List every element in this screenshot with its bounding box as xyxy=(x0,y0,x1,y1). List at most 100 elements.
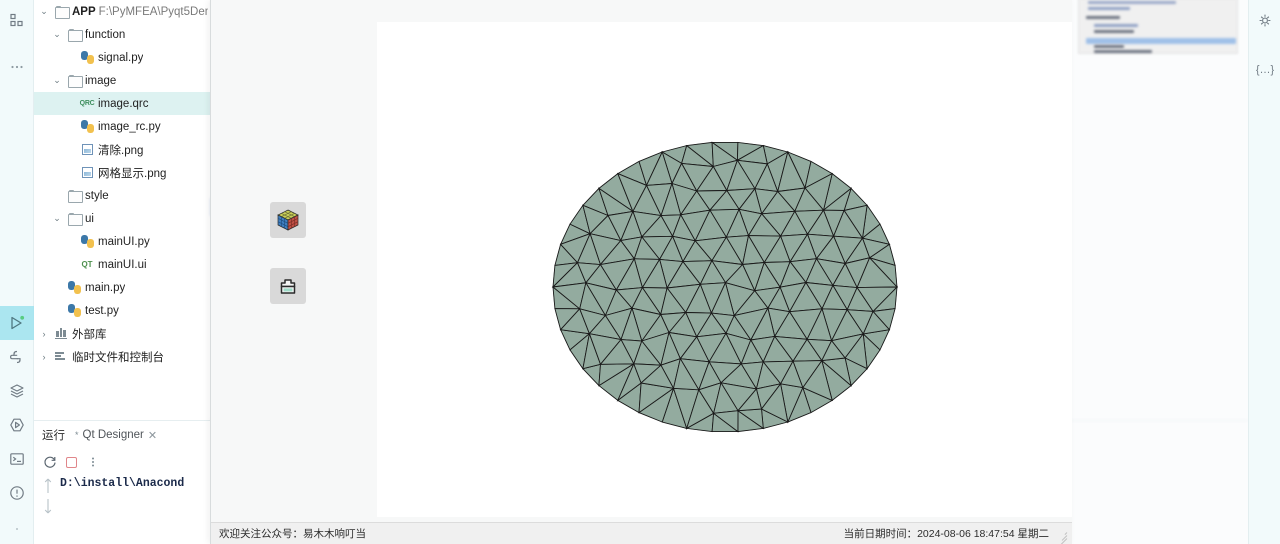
python-file-icon xyxy=(80,51,94,64)
tree-item-image[interactable]: ⌄ image xyxy=(34,69,210,92)
python-file-icon xyxy=(67,304,81,317)
run-tab-label: 运行 xyxy=(42,430,65,442)
app-left-toolbar xyxy=(211,0,377,520)
problems-warning-icon[interactable] xyxy=(0,476,34,510)
tree-item-imageqrc[interactable]: QRC image.qrc xyxy=(34,92,210,115)
tree-item-label: APP F:\PyMFEA\Pyqt5Demo xyxy=(72,5,208,18)
run-console: D:\install\Anacond xyxy=(34,475,210,515)
run-tab-运行[interactable]: 运行 xyxy=(42,427,65,443)
close-icon[interactable]: ✕ xyxy=(148,429,157,442)
tree-item-[interactable]: › 临时文件和控制台 xyxy=(34,345,210,368)
ide-left-toolbar xyxy=(0,0,34,544)
svg-text:{…}: {…} xyxy=(1255,64,1274,76)
bottom-extra-icon[interactable] xyxy=(0,510,34,544)
tree-twisty-icon[interactable]: ⌄ xyxy=(51,75,63,86)
run-icon[interactable] xyxy=(0,306,34,340)
tree-item-function[interactable]: ⌄ function xyxy=(34,23,210,46)
background-text-line xyxy=(1094,30,1134,33)
tree-item-label: main.py xyxy=(85,281,126,294)
console-scroll-arrows[interactable] xyxy=(42,475,54,515)
qrc-file-icon: QRC xyxy=(79,100,95,107)
python-console-icon[interactable] xyxy=(0,340,34,374)
tree-twisty-icon[interactable]: ⌄ xyxy=(38,6,50,17)
tree-item-label: 外部库 xyxy=(72,328,107,341)
rerun-button[interactable] xyxy=(43,455,57,469)
project-structure-icon[interactable] xyxy=(0,4,34,38)
folder-icon xyxy=(67,29,83,42)
tree-item-[interactable]: › 外部库 xyxy=(34,322,210,345)
mesh-display-button[interactable] xyxy=(270,202,306,238)
tree-twisty-icon[interactable]: ⌄ xyxy=(51,29,63,40)
tree-item-label: image.qrc xyxy=(98,97,149,110)
stop-button[interactable] xyxy=(66,456,77,468)
status-datetime-text: 当前日期时间：2024-08-06 18:47:54 星期二 xyxy=(843,528,1049,540)
tree-item-testpy[interactable]: test.py xyxy=(34,299,210,322)
tree-item-label: image_rc.py xyxy=(98,120,161,133)
tree-item-app[interactable]: ⌄ APP F:\PyMFEA\Pyqt5Demo xyxy=(34,0,210,23)
services-layers-icon[interactable] xyxy=(0,374,34,408)
terminal-icon[interactable] xyxy=(0,442,34,476)
python-file-icon xyxy=(80,235,94,248)
tree-item-label: 网格显示.png xyxy=(98,167,167,180)
tree-item-label: function xyxy=(85,28,126,41)
background-text-line xyxy=(1086,16,1120,19)
tree-item-label: test.py xyxy=(85,304,119,317)
run-tool-window: 运行 * Qt Designer ✕ D:\install\Anacond xyxy=(34,420,210,544)
tree-twisty-icon[interactable]: ⌄ xyxy=(51,213,63,224)
tree-item-image_rcpy[interactable]: image_rc.py xyxy=(34,115,210,138)
background-text-line xyxy=(1094,50,1152,53)
background-text-line xyxy=(1088,1,1176,4)
folder-icon xyxy=(54,6,70,19)
ide-right-toolbar: {…} xyxy=(1248,0,1280,544)
python-file-icon xyxy=(67,281,81,294)
status-right-group: 当前日期时间：2024-08-06 18:47:54 星期二 xyxy=(843,526,1069,544)
tree-item-label: image xyxy=(85,74,117,87)
notifications-icon[interactable] xyxy=(1248,4,1280,38)
tree-item-label: mainUI.ui xyxy=(98,258,147,271)
background-text-line xyxy=(1094,24,1138,27)
more-options-icon[interactable] xyxy=(0,50,34,84)
mesh-cube-icon xyxy=(277,209,299,231)
tree-twisty-icon[interactable]: › xyxy=(38,352,50,362)
tree-item-label: signal.py xyxy=(98,51,144,64)
clear-button[interactable] xyxy=(270,268,306,304)
run-tab-label: Qt Designer xyxy=(82,429,144,441)
python-file-icon xyxy=(80,120,94,133)
tree-item-png[interactable]: 清除.png xyxy=(34,138,210,161)
tree-item-label: 临时文件和控制台 xyxy=(72,351,164,364)
project-tree: ⌄ APP F:\PyMFEA\Pyqt5Demo ⌄ function signal.… xyxy=(34,0,210,420)
console-output-line: D:\install\Anacond xyxy=(60,477,185,490)
folder-icon xyxy=(67,75,83,88)
app-status-bar: 欢迎关注公众号：易木木响叮当 当前日期时间：2024-08-06 18:47:5… xyxy=(211,522,1072,544)
folder-icon xyxy=(67,190,83,203)
tree-item-label: mainUI.py xyxy=(98,235,150,248)
mesh-plot-canvas[interactable] xyxy=(377,22,1072,517)
library-icon xyxy=(55,328,67,339)
run-tab-qt-designer[interactable]: * Qt Designer ✕ xyxy=(75,429,157,442)
tree-item-mainpy[interactable]: main.py xyxy=(34,276,210,299)
tree-item-ui[interactable]: ⌄ ui xyxy=(34,207,210,230)
background-highlight-row xyxy=(1086,38,1236,44)
resize-grip-icon[interactable] xyxy=(1055,528,1068,544)
triangular-mesh-figure xyxy=(551,141,899,433)
tree-item-style[interactable]: style xyxy=(34,184,210,207)
qt-ui-file-icon: QT xyxy=(81,260,93,269)
modified-dot-icon: * xyxy=(75,430,79,440)
image-file-icon xyxy=(81,144,93,155)
tree-item-signalpy[interactable]: signal.py xyxy=(34,46,210,69)
background-text-line xyxy=(1094,45,1124,48)
image-file-icon xyxy=(81,167,93,178)
tree-item-label: style xyxy=(85,189,109,202)
console-icon xyxy=(55,351,67,362)
tree-item-png[interactable]: 网格显示.png xyxy=(34,161,210,184)
tree-twisty-icon[interactable]: › xyxy=(38,329,50,339)
tree-item-label: 清除.png xyxy=(98,144,144,157)
tree-item-mainuiui[interactable]: QT mainUI.ui xyxy=(34,253,210,276)
eraser-clear-icon xyxy=(280,279,296,294)
json-structure-icon[interactable]: {…} xyxy=(1248,52,1280,86)
run-toolbar xyxy=(34,449,210,475)
run-debug-icon[interactable] xyxy=(0,408,34,442)
more-button[interactable] xyxy=(88,455,98,469)
qt-application-window: 欢迎关注公众号：易木木响叮当 当前日期时间：2024-08-06 18:47:5… xyxy=(210,0,1072,544)
tree-item-mainuipy[interactable]: mainUI.py xyxy=(34,230,210,253)
